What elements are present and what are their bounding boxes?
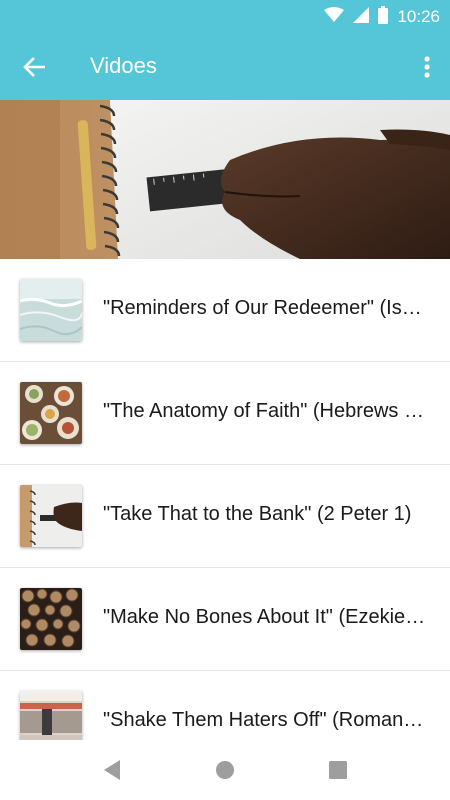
list-item[interactable]: "Reminders of Our Redeemer" (Isaiah 44) — [0, 259, 450, 362]
blur-room-thumbnail — [20, 691, 82, 740]
more-vert-icon — [424, 56, 430, 78]
navigation-bar — [0, 740, 450, 800]
arrow-left-icon — [23, 57, 45, 77]
video-list: "Reminders of Our Redeemer" (Isaiah 44) … — [0, 259, 450, 740]
home-circle-icon — [216, 761, 234, 779]
video-title: "Take That to the Bank" (2 Peter 1) — [103, 503, 412, 525]
page-title: Vidoes — [90, 53, 157, 78]
notebook-ruler-thumbnail — [20, 485, 82, 547]
signal-icon — [353, 6, 370, 28]
header-image — [0, 100, 450, 259]
status-time: 10:26 — [397, 7, 440, 26]
list-item[interactable]: "Take That to the Bank" (2 Peter 1) — [0, 465, 450, 568]
recents-square-icon — [329, 761, 347, 779]
water-thumbnail — [20, 279, 82, 341]
app-bar: Vidoes — [0, 34, 450, 100]
video-title: "Reminders of Our Redeemer" (Isaiah 44) — [103, 297, 428, 319]
list-item[interactable]: "The Anatomy of Faith" (Hebrews 11) — [0, 362, 450, 465]
back-triangle-icon — [104, 760, 120, 780]
back-button[interactable] — [14, 47, 54, 87]
more-options-button[interactable] — [412, 47, 442, 87]
video-title: "Shake Them Haters Off" (Romans 12) — [103, 709, 428, 731]
food-table-thumbnail — [20, 382, 82, 444]
list-item[interactable]: "Make No Bones About It" (Ezekiel 37) — [0, 568, 450, 671]
video-title: "The Anatomy of Faith" (Hebrews 11) — [103, 400, 428, 422]
logs-thumbnail — [20, 588, 82, 650]
wifi-icon — [324, 6, 345, 28]
nav-home-button[interactable] — [213, 758, 237, 782]
status-icons: 10:26 — [324, 5, 440, 29]
nav-back-button[interactable] — [100, 758, 124, 782]
video-title: "Make No Bones About It" (Ezekiel 37) — [103, 606, 428, 628]
battery-icon — [378, 5, 389, 29]
nav-recents-button[interactable] — [326, 758, 350, 782]
list-item[interactable]: "Shake Them Haters Off" (Romans 12) — [0, 671, 450, 740]
status-bar: 10:26 — [0, 0, 450, 34]
